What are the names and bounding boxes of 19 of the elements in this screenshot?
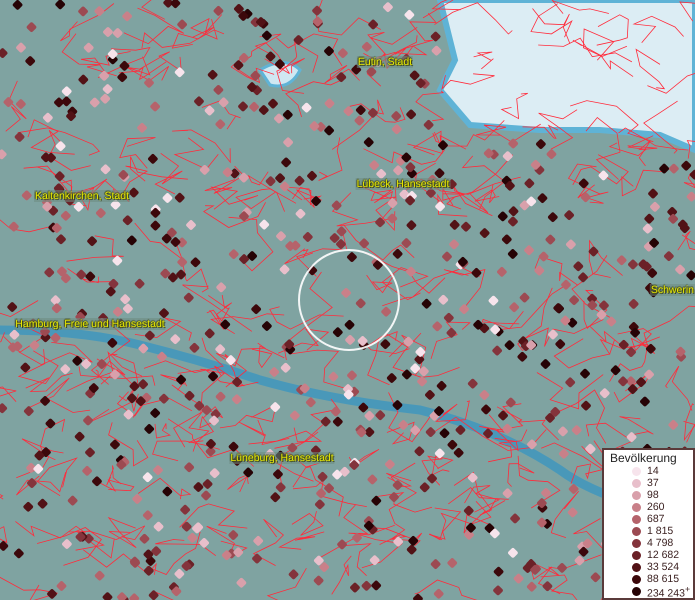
legend-value: 12 682 bbox=[647, 549, 680, 561]
legend-value: 234 243$^{+}$ bbox=[647, 582, 690, 600]
place-label: Hamburg, Freie und Hansestadt bbox=[14, 318, 166, 330]
legend-value: 33 524 bbox=[647, 561, 680, 573]
legend-value: 260 bbox=[647, 501, 665, 513]
legend-value: 4 798 bbox=[647, 537, 674, 549]
legend-value: 88 615 bbox=[647, 573, 680, 585]
legend-value: 14 bbox=[647, 465, 659, 477]
legend-value: 37 bbox=[647, 477, 659, 489]
legend-title: Bevölkerung bbox=[610, 451, 678, 465]
place-label: Lübeck, Hansestadt bbox=[356, 178, 450, 190]
map-view[interactable]: Eutin, Stadt Kaltenkirchen, Stadt Lübeck, Hansestadt Schwerin Hamburg, Freie und Hansestadt Lüneburg, Hansestadt Bevölkerung 14 37 98 260 687 1 815 4 798 12 682 33 524 88 615 234 243$^{+}$ bbox=[0, 0, 695, 600]
place-label: Kaltenkirchen, Stadt bbox=[34, 190, 130, 202]
legend-value: 1 815 bbox=[647, 525, 674, 537]
legend-value: 687 bbox=[647, 513, 665, 525]
legend-value: 98 bbox=[647, 489, 659, 501]
place-label: Eutin, Stadt bbox=[356, 56, 414, 68]
place-label: Schwerin bbox=[650, 284, 695, 296]
place-label: Lüneburg, Hansestadt bbox=[229, 452, 335, 464]
